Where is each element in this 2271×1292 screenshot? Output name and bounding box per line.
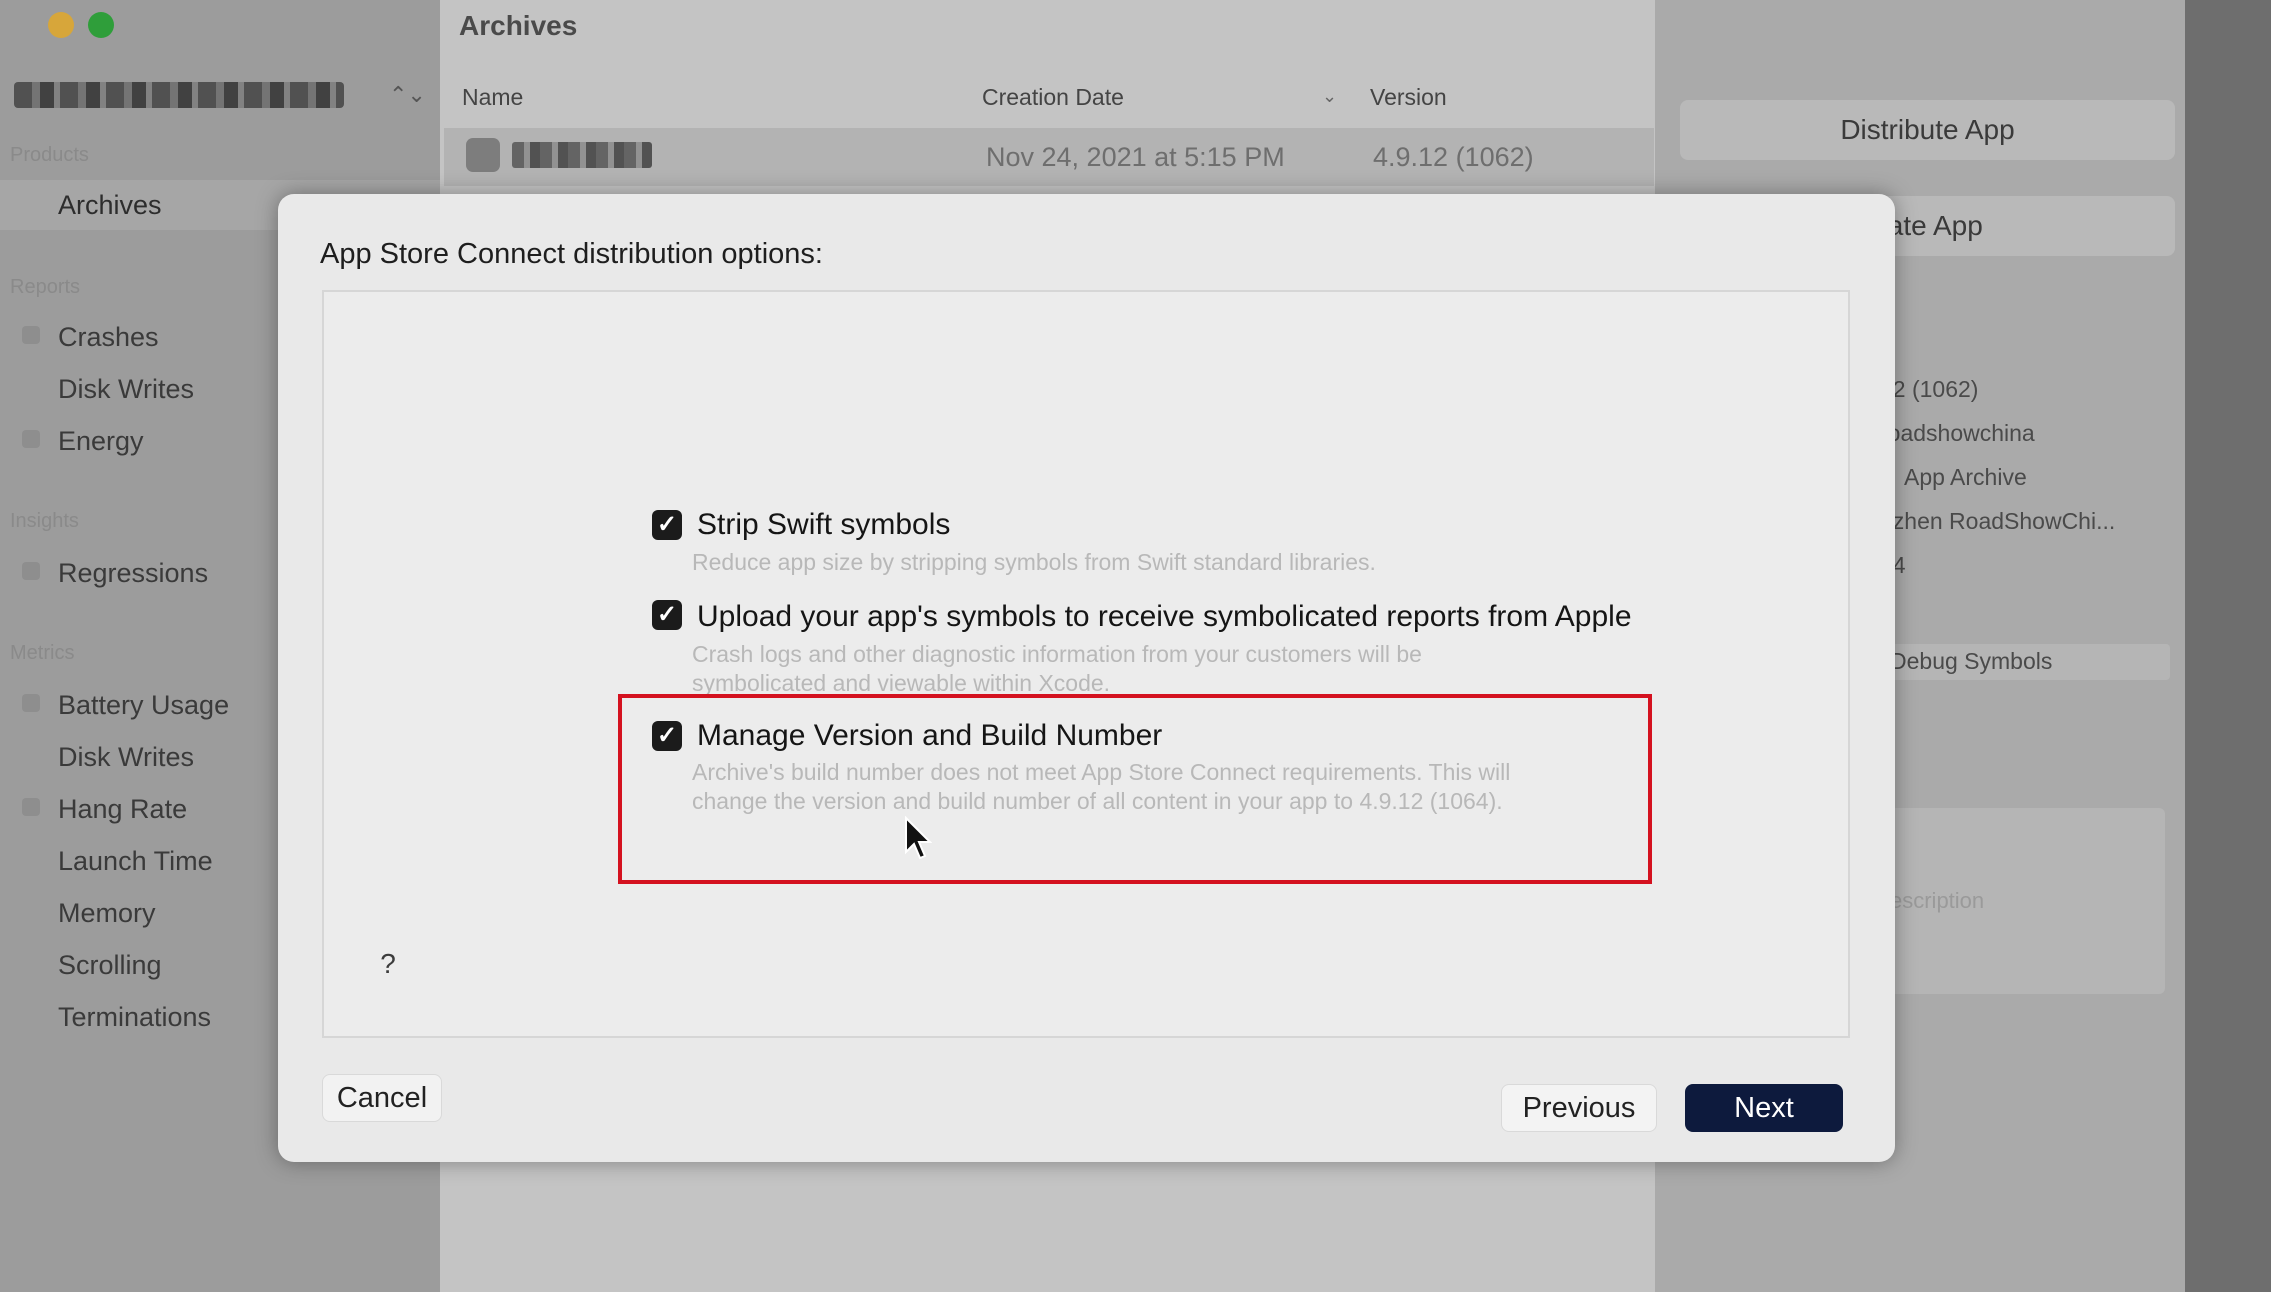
sidebar-item-disk-writes[interactable]: Disk Writes: [58, 742, 194, 773]
sidebar-item-disk-writes-report[interactable]: Disk Writes: [58, 374, 194, 405]
sidebar-item-regressions[interactable]: Regressions: [58, 558, 208, 589]
minimize-window-button[interactable]: [48, 12, 74, 38]
sidebar-item-memory[interactable]: Memory: [58, 898, 156, 929]
section-header-metrics: Metrics: [10, 642, 75, 664]
upload-symbols-description-line1: Crash logs and other diagnostic informat…: [692, 641, 1422, 667]
sidebar-item-scrolling[interactable]: Scrolling: [58, 950, 162, 981]
hang-rate-icon: [22, 798, 40, 816]
debug-symbols-label: Debug Symbols: [1890, 648, 2053, 674]
download-debug-symbols-button[interactable]: Debug Symbols: [1880, 644, 2170, 680]
sidebar-item-crashes[interactable]: Crashes: [58, 322, 159, 353]
column-header-name[interactable]: Name: [462, 84, 523, 111]
strip-swift-symbols-description: Reduce app size by stripping symbols fro…: [692, 549, 1376, 575]
strip-swift-symbols-checkbox[interactable]: ✓: [652, 510, 682, 540]
distribute-app-button[interactable]: Distribute App: [1680, 100, 2175, 160]
sidebar-item-energy[interactable]: Energy: [58, 426, 144, 457]
sidebar-item-battery-usage[interactable]: Battery Usage: [58, 690, 229, 721]
archive-creation-date: Nov 24, 2021 at 5:15 PM: [986, 142, 1285, 172]
sidebar-item-archives[interactable]: Archives: [58, 190, 162, 221]
archive-name-redacted: [512, 142, 652, 168]
upload-symbols-checkbox[interactable]: ✓: [652, 600, 682, 630]
battery-icon: [22, 694, 40, 712]
column-header-version[interactable]: Version: [1370, 84, 1447, 111]
chevron-down-icon: ⌄: [1322, 86, 1338, 106]
zoom-window-button[interactable]: [88, 12, 114, 38]
crashes-icon: [22, 326, 40, 344]
team-name-redacted: [14, 82, 344, 108]
cancel-button[interactable]: Cancel: [322, 1074, 442, 1122]
page-title: Archives: [459, 10, 578, 41]
sidebar-item-launch-time[interactable]: Launch Time: [58, 846, 213, 877]
detail-identifier: roadshowchina: [1880, 420, 2035, 446]
next-button[interactable]: Next: [1685, 1084, 1843, 1132]
section-header-products: Products: [10, 144, 89, 166]
detail-team: nzhen RoadShowChi...: [1880, 508, 2116, 534]
detail-type: App Archive: [1904, 464, 2027, 490]
chevron-updown-icon: ⌃⌄: [389, 82, 426, 107]
team-selector[interactable]: ⌃⌄: [14, 78, 426, 112]
window-edge: [2185, 0, 2271, 1292]
archive-version: 4.9.12 (1062): [1373, 142, 1534, 172]
mouse-cursor-icon: [905, 816, 932, 860]
sidebar-item-terminations[interactable]: Terminations: [58, 1002, 211, 1033]
section-header-insights: Insights: [10, 510, 79, 532]
column-header-creation-date[interactable]: Creation Date: [982, 84, 1124, 111]
sidebar-item-hang-rate[interactable]: Hang Rate: [58, 794, 187, 825]
strip-swift-symbols-label: Strip Swift symbols: [697, 508, 951, 541]
upload-symbols-label: Upload your app's symbols to receive sym…: [697, 600, 1632, 633]
previous-button[interactable]: Previous: [1501, 1084, 1657, 1132]
energy-icon: [22, 430, 40, 448]
section-header-reports: Reports: [10, 276, 81, 298]
dialog-title: App Store Connect distribution options:: [320, 238, 823, 270]
help-button[interactable]: ?: [368, 944, 408, 984]
annotation-highlight-box: [618, 694, 1652, 884]
description-placeholder: escription: [1890, 888, 1985, 913]
regressions-icon: [22, 562, 40, 580]
app-icon: [466, 138, 500, 172]
